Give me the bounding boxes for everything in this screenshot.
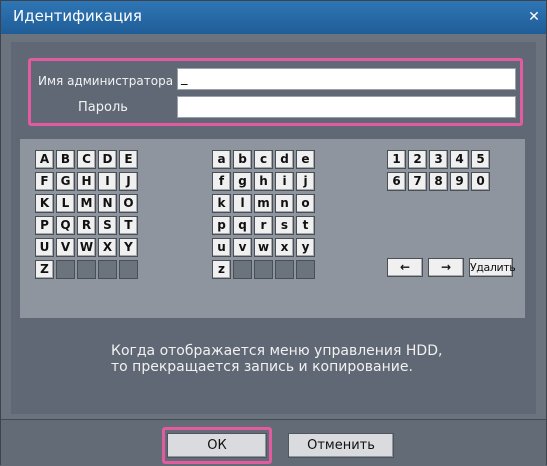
- admin-name-field[interactable]: _: [177, 68, 516, 90]
- digit-key-0[interactable]: 0: [471, 172, 490, 191]
- lower-key-x[interactable]: x: [275, 238, 294, 257]
- digit-key-6[interactable]: 6: [387, 172, 406, 191]
- blank-key: [98, 260, 117, 279]
- digit-key-2[interactable]: 2: [408, 150, 427, 169]
- lower-key-v[interactable]: v: [233, 238, 252, 257]
- blank-key: [296, 260, 315, 279]
- digit-key-8[interactable]: 8: [429, 172, 448, 191]
- upper-key-M[interactable]: M: [77, 194, 96, 213]
- upper-key-O[interactable]: O: [119, 194, 138, 213]
- upper-key-Z[interactable]: Z: [35, 260, 54, 279]
- upper-key-P[interactable]: P: [35, 216, 54, 235]
- upper-key-I[interactable]: I: [98, 172, 117, 191]
- upper-key-D[interactable]: D: [98, 150, 117, 169]
- lower-key-p[interactable]: p: [212, 216, 231, 235]
- digit-key-5[interactable]: 5: [471, 150, 490, 169]
- password-label: Пароль: [78, 100, 128, 115]
- ok-button[interactable]: ОК: [167, 433, 267, 458]
- lower-key-q[interactable]: q: [233, 216, 252, 235]
- lower-key-g[interactable]: g: [233, 172, 252, 191]
- lower-key-d[interactable]: d: [275, 150, 294, 169]
- upper-key-F[interactable]: F: [35, 172, 54, 191]
- upper-key-L[interactable]: L: [56, 194, 75, 213]
- digit-key-3[interactable]: 3: [429, 150, 448, 169]
- notice-line-2: то прекращается запись и копирование.: [111, 359, 413, 375]
- lower-key-m[interactable]: m: [254, 194, 273, 213]
- blank-key: [56, 260, 75, 279]
- lower-key-b[interactable]: b: [233, 150, 252, 169]
- upper-key-G[interactable]: G: [56, 172, 75, 191]
- lower-key-h[interactable]: h: [254, 172, 273, 191]
- lower-key-l[interactable]: l: [233, 194, 252, 213]
- upper-key-N[interactable]: N: [98, 194, 117, 213]
- left-arrow-icon[interactable]: ←: [387, 258, 423, 277]
- upper-key-R[interactable]: R: [77, 216, 96, 235]
- digit-key-1[interactable]: 1: [387, 150, 406, 169]
- upper-key-A[interactable]: A: [35, 150, 54, 169]
- title-bar: Идентификация ✕: [1, 1, 546, 34]
- content-area: Имя администратора _ Пароль ABCDE FGHIJ KL…: [11, 42, 536, 414]
- dialog-title: Идентификация: [13, 7, 142, 25]
- upper-key-T[interactable]: T: [119, 216, 138, 235]
- lower-key-a[interactable]: a: [212, 150, 231, 169]
- lower-key-y[interactable]: y: [296, 238, 315, 257]
- upper-key-Q[interactable]: Q: [56, 216, 75, 235]
- lower-key-s[interactable]: s: [275, 216, 294, 235]
- upper-key-B[interactable]: B: [56, 150, 75, 169]
- digit-key-4[interactable]: 4: [450, 150, 469, 169]
- notice-line-1: Когда отображается меню управления HDD,: [111, 343, 443, 359]
- upper-key-U[interactable]: U: [35, 238, 54, 257]
- upper-key-C[interactable]: C: [77, 150, 96, 169]
- on-screen-keyboard: ABCDE FGHIJ KLMNO PQRST UVWXY Zabcde fghij klmn…: [20, 139, 525, 318]
- upper-key-W[interactable]: W: [77, 238, 96, 257]
- blank-key: [233, 260, 252, 279]
- password-field[interactable]: [177, 96, 516, 118]
- cancel-button[interactable]: Отменить: [288, 433, 394, 458]
- hdd-notice: Когда отображается меню управления HDD, …: [111, 343, 491, 375]
- right-arrow-icon[interactable]: →: [428, 258, 464, 277]
- digit-key-9[interactable]: 9: [450, 172, 469, 191]
- upper-key-E[interactable]: E: [119, 150, 138, 169]
- upper-key-H[interactable]: H: [77, 172, 96, 191]
- lower-key-z[interactable]: z: [212, 260, 231, 279]
- lower-key-u[interactable]: u: [212, 238, 231, 257]
- lower-key-t[interactable]: t: [296, 216, 315, 235]
- lower-key-k[interactable]: k: [212, 194, 231, 213]
- upper-key-Y[interactable]: Y: [119, 238, 138, 257]
- auth-dialog: Идентификация ✕ Имя администратора _ Пар…: [0, 0, 547, 466]
- button-bar: ОК Отменить: [1, 419, 546, 466]
- upper-key-X[interactable]: X: [98, 238, 117, 257]
- blank-key: [275, 260, 294, 279]
- upper-key-S[interactable]: S: [98, 216, 117, 235]
- lower-key-j[interactable]: j: [296, 172, 315, 191]
- ok-button-focus: ОК: [162, 427, 272, 464]
- blank-key: [77, 260, 96, 279]
- close-icon[interactable]: ✕: [526, 9, 542, 25]
- lower-key-i[interactable]: i: [275, 172, 294, 191]
- lower-key-w[interactable]: w: [254, 238, 273, 257]
- delete-key[interactable]: Удалить: [469, 258, 516, 277]
- blank-key: [254, 260, 273, 279]
- credentials-group: Имя администратора _ Пароль: [28, 58, 523, 126]
- blank-key: [119, 260, 138, 279]
- upper-key-K[interactable]: K: [35, 194, 54, 213]
- upper-key-V[interactable]: V: [56, 238, 75, 257]
- digit-key-7[interactable]: 7: [408, 172, 427, 191]
- admin-name-label: Имя администратора: [38, 74, 174, 88]
- lower-key-c[interactable]: c: [254, 150, 273, 169]
- upper-key-J[interactable]: J: [119, 172, 138, 191]
- lower-key-n[interactable]: n: [275, 194, 294, 213]
- lower-key-f[interactable]: f: [212, 172, 231, 191]
- lower-key-r[interactable]: r: [254, 216, 273, 235]
- lower-key-o[interactable]: o: [296, 194, 315, 213]
- lower-key-e[interactable]: e: [296, 150, 315, 169]
